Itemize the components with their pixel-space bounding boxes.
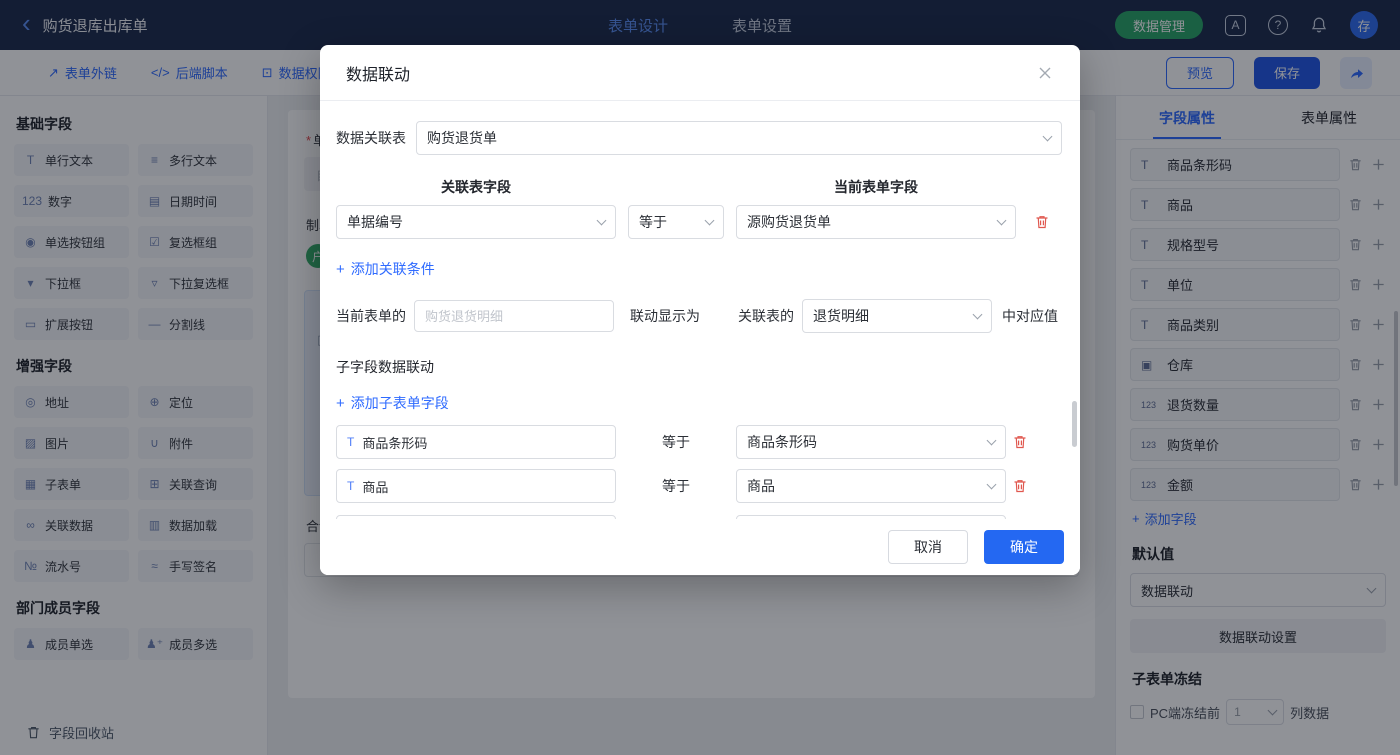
modal-scrollbar[interactable] (1072, 401, 1077, 447)
display-as-row: 当前表单的 联动显示为 关联表的 退货明细 中对应值 (336, 299, 1062, 333)
display-as-label: 联动显示为 (630, 306, 700, 326)
current-form-label: 当前表单的 (336, 306, 406, 326)
add-subfield-label: 添加子表单字段 (351, 393, 449, 413)
data-linkage-modal: 数据联动 数据关联表 购货退货单 关联表字段 当前表单字段 单据编号 (320, 45, 1080, 575)
condition-row: 单据编号 等于 源购货退货单 (336, 205, 1062, 239)
condition-right-select[interactable]: 源购货退货单 (736, 205, 1016, 239)
app-screen: ‹ 购货退库出库单 表单设计 表单设置 数据管理 A ? 存 ↗表单外链</>后… (0, 0, 1400, 755)
mapping-left-field[interactable]: T 商品条形码 (336, 425, 616, 459)
chevron-down-icon (997, 216, 1007, 226)
text-field-icon: T (347, 435, 354, 449)
current-field-header: 当前表单字段 (736, 177, 1016, 197)
relation-table-label: 数据关联表 (336, 128, 406, 148)
condition-left-value: 单据编号 (347, 212, 403, 232)
delete-condition-icon[interactable] (1034, 214, 1050, 230)
confirm-button[interactable]: 确定 (984, 530, 1064, 564)
mapping-row: T商品等于商品 (336, 469, 1062, 503)
modal-title: 数据联动 (346, 61, 410, 85)
chevron-down-icon (1043, 132, 1053, 142)
cancel-button[interactable]: 取消 (888, 530, 968, 564)
plus-icon: + (336, 261, 345, 278)
relation-table-select[interactable]: 购货退货单 (416, 121, 1062, 155)
corresponding-label: 中对应值 (1002, 306, 1058, 326)
condition-left-select[interactable]: 单据编号 (336, 205, 616, 239)
mapping-target-value: 商品条形码 (747, 432, 817, 452)
relation-field-header: 关联表字段 (336, 177, 616, 197)
text-field-icon: T (347, 479, 354, 493)
delete-mapping-icon[interactable] (1012, 478, 1028, 494)
mapping-target-select[interactable]: 商品 (736, 469, 1006, 503)
mapping-row: T商品条形码等于商品条形码 (336, 425, 1062, 459)
delete-mapping-icon[interactable] (1012, 434, 1028, 450)
chevron-down-icon (987, 480, 997, 490)
mapping-left-field[interactable]: T 商品 (336, 469, 616, 503)
relation-table-row: 数据关联表 购货退货单 (336, 121, 1062, 155)
mapping-left-label: 商品条形码 (362, 433, 427, 452)
modal-header: 数据联动 (320, 45, 1080, 101)
add-condition-label: 添加关联条件 (351, 259, 435, 279)
modal-body: 数据关联表 购货退货单 关联表字段 当前表单字段 单据编号 等于 (320, 101, 1080, 519)
subfield-mappings: T商品条形码等于商品条形码T商品等于商品 (336, 425, 1062, 503)
mapping-operator: 等于 (616, 432, 736, 452)
mapping-operator: 等于 (616, 476, 736, 496)
relation-target-select[interactable]: 退货明细 (802, 299, 992, 333)
current-form-input[interactable] (414, 300, 614, 332)
condition-headers: 关联表字段 当前表单字段 (336, 177, 1062, 197)
chevron-down-icon (973, 310, 983, 320)
mapping-target-select[interactable]: 商品条形码 (736, 425, 1006, 459)
relation-of-label: 关联表的 (738, 306, 794, 326)
modal-footer: 取消 确定 (320, 519, 1080, 575)
condition-operator-select[interactable]: 等于 (628, 205, 724, 239)
chevron-down-icon (987, 436, 997, 446)
plus-icon: + (336, 395, 345, 412)
relation-target-value: 退货明细 (813, 306, 869, 326)
relation-table-value: 购货退货单 (427, 128, 497, 148)
mapping-left-label: 商品 (362, 477, 388, 496)
add-condition-link[interactable]: + 添加关联条件 (336, 259, 435, 279)
condition-right-value: 源购货退货单 (747, 212, 831, 232)
subfield-section-label: 子字段数据联动 (336, 357, 1062, 377)
condition-operator-value: 等于 (639, 212, 667, 232)
chevron-down-icon (597, 216, 607, 226)
mapping-target-value: 商品 (747, 476, 775, 496)
add-subfield-link[interactable]: + 添加子表单字段 (336, 393, 449, 413)
close-icon[interactable] (1036, 64, 1054, 82)
chevron-down-icon (705, 216, 715, 226)
